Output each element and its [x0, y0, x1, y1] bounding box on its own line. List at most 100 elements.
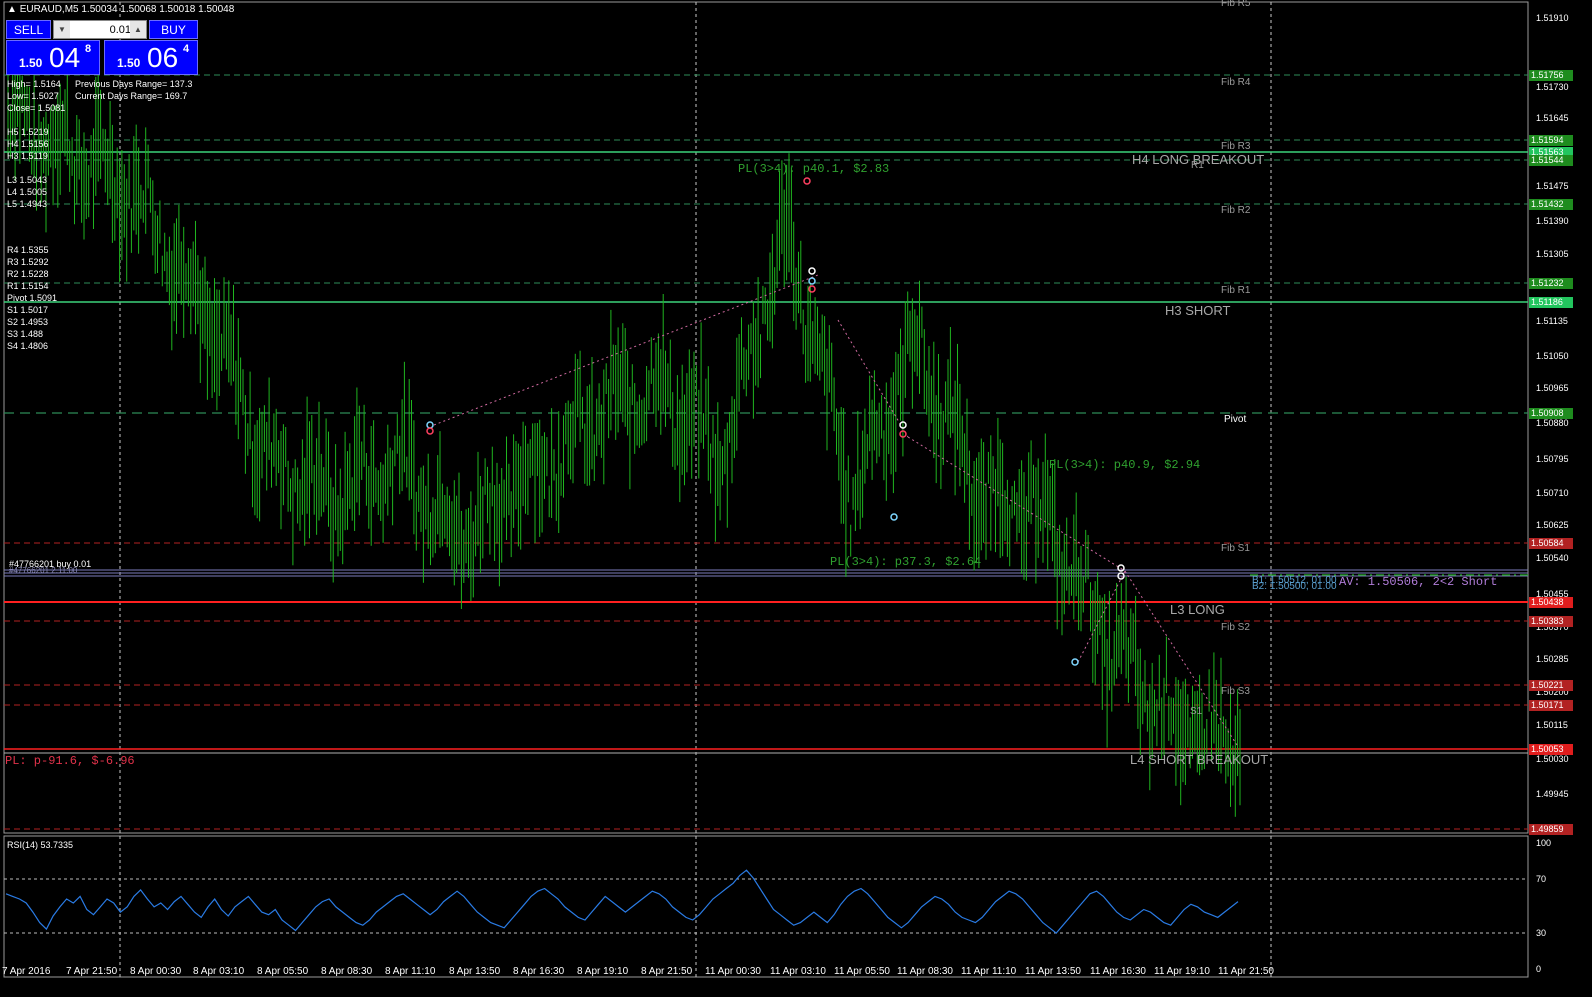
time-tick: 11 Apr 03:10: [770, 966, 826, 977]
collapse-triangle-icon[interactable]: ▲: [7, 4, 17, 15]
price-tick: 1.49945: [1536, 789, 1569, 799]
price-tag: 1.51432: [1529, 199, 1573, 210]
time-tick: 11 Apr 16:30: [1090, 966, 1146, 977]
price-tick: 1.51390: [1536, 216, 1569, 226]
price-tick: 1.51730: [1536, 82, 1569, 92]
current-days-range: Current Days Range= 169.7: [75, 91, 188, 101]
time-tick: 7 Apr 2016: [2, 966, 51, 977]
symbol-info: EURAUD,M5 1.50034 1.50068 1.50018 1.5004…: [19, 4, 235, 15]
price-tick: 1.50880: [1536, 418, 1569, 428]
rsi-line: [5, 869, 1239, 934]
price-tag: 1.51544: [1529, 155, 1573, 166]
price-tick: 1.50540: [1536, 553, 1569, 563]
trade-line-5: [1077, 570, 1126, 663]
price-tick: 1.51305: [1536, 249, 1569, 259]
sell-button[interactable]: SELL: [6, 20, 51, 39]
previous-days-range: Previous Days Range= 137.3: [75, 79, 193, 89]
lot-increase-icon[interactable]: ▲: [130, 21, 146, 38]
time-tick: 11 Apr 05:50: [834, 966, 890, 977]
time-tick: 8 Apr 05:50: [257, 966, 309, 977]
price-tick: 1.51135: [1536, 316, 1568, 326]
fib-s2-label: Fib S2: [1221, 622, 1250, 633]
time-tick: 11 Apr 13:50: [1025, 966, 1081, 977]
l4-short-breakout-label: L4 SHORT BREAKOUT: [1130, 752, 1269, 767]
pivot-s3: S3 1.488: [7, 329, 44, 339]
buy-button[interactable]: BUY: [149, 20, 198, 39]
level-gap: [7, 162, 49, 174]
exit-marker-1: [426, 427, 434, 435]
time-tick: 8 Apr 00:30: [130, 966, 182, 977]
pivot-p: Pivot 1.5091: [7, 293, 58, 303]
fib-r3-label: Fib R3: [1221, 141, 1251, 152]
h3-short-label: H3 SHORT: [1165, 303, 1231, 318]
order-sub-label: #47766201 2.11.00: [9, 566, 78, 575]
time-tick: 8 Apr 08:30: [321, 966, 373, 977]
time-tick: 8 Apr 03:10: [193, 966, 245, 977]
pivot-r2: R2 1.5228: [7, 269, 49, 279]
price-tick: 1.50795: [1536, 454, 1569, 464]
ask-fraction: 4: [183, 43, 190, 55]
price-tick: 1.51910: [1536, 13, 1569, 23]
price-tick: 1.51645: [1536, 113, 1569, 123]
price-tag: 1.50908: [1529, 408, 1573, 419]
time-tick: 8 Apr 19:10: [577, 966, 629, 977]
price-tag: 1.50584: [1529, 538, 1573, 549]
time-tick: 11 Apr 19:10: [1154, 966, 1210, 977]
price-tag: 1.51756: [1529, 70, 1573, 81]
pivot-r3: R3 1.5292: [7, 257, 49, 267]
level-h4: H4 1.5156: [7, 139, 49, 149]
entry-marker-2: [808, 267, 816, 275]
bid-fraction: 8: [85, 43, 92, 55]
rsi-tick-100: 100: [1536, 838, 1552, 848]
bid-price-box[interactable]: 1.50 04 8: [6, 40, 100, 75]
price-tick: 1.50285: [1536, 654, 1569, 664]
price-tick: 1.50710: [1536, 488, 1569, 498]
lot-size-input[interactable]: [71, 21, 133, 38]
r1-label: R1: [1191, 160, 1204, 171]
price-tick: 1.50965: [1536, 383, 1569, 393]
price-tag: 1.51186: [1529, 297, 1573, 308]
ask-pips: 06: [147, 42, 179, 73]
main-chart-frame: [3, 1, 1529, 834]
price-tag: 1.50053: [1529, 744, 1573, 755]
exit-marker-3: [803, 177, 811, 185]
fib-s3-label: Fib S3: [1221, 686, 1250, 697]
day-low: Low= 1.5027: [7, 91, 59, 101]
level-l4: L4 1.5005: [7, 187, 48, 197]
entry-marker-8: [1071, 658, 1079, 666]
camarilla-levels: H5 1.5219 H4 1.5156 H3 1.5119 L3 1.5043 …: [7, 126, 49, 210]
level-h3: H3 1.5119: [7, 151, 48, 161]
price-tag: 1.50438: [1529, 597, 1573, 608]
fib-r2-label: Fib R2: [1221, 205, 1251, 216]
pl-label-1: PL(3>4): p40.1, $2.83: [738, 162, 890, 176]
fib-r4-label: Fib R4: [1221, 77, 1251, 88]
chart-symbol-header: ▲ EURAUD,M5 1.50034 1.50068 1.50018 1.50…: [7, 4, 234, 15]
pivot-s2: S2 1.4953: [7, 317, 49, 327]
price-tag: 1.50383: [1529, 616, 1573, 627]
ask-price-box[interactable]: 1.50 06 4: [104, 40, 198, 75]
time-tick: 11 Apr 11:10: [961, 966, 1017, 977]
level-l3: L3 1.5043: [7, 175, 48, 185]
fib-r5-label: Fib R5: [1221, 0, 1251, 9]
time-tick: 11 Apr 21:50: [1218, 966, 1274, 977]
rsi-tick-70: 70: [1536, 874, 1547, 884]
price-tag: 1.51594: [1529, 135, 1573, 146]
time-tick: 8 Apr 16:30: [513, 966, 565, 977]
price-tick: 1.50625: [1536, 520, 1569, 530]
lot-decrease-icon[interactable]: ▼: [54, 21, 70, 38]
bid-prefix: 1.50: [19, 56, 43, 70]
time-tick: 11 Apr 00:30: [705, 966, 761, 977]
trade-line-2: [837, 319, 909, 438]
ask-prefix: 1.50: [117, 56, 141, 70]
price-tick: 1.50115: [1536, 720, 1568, 730]
time-tick: 8 Apr 21:50: [641, 966, 693, 977]
s1-label: S1: [1190, 706, 1203, 717]
average-price-label: AV: 1.50506, 2<2 Short: [1339, 575, 1498, 589]
pivot-label: Pivot: [1224, 414, 1247, 425]
price-chart[interactable]: [0, 0, 1592, 997]
b2-label: B2: 1.50500, 01.00: [1252, 581, 1337, 592]
pl-label-3: PL(3>4): p37.3, $2.64: [830, 555, 982, 569]
price-tag: 1.50171: [1529, 700, 1573, 711]
time-tick: 8 Apr 13:50: [449, 966, 501, 977]
rsi-frame: [3, 835, 1529, 978]
